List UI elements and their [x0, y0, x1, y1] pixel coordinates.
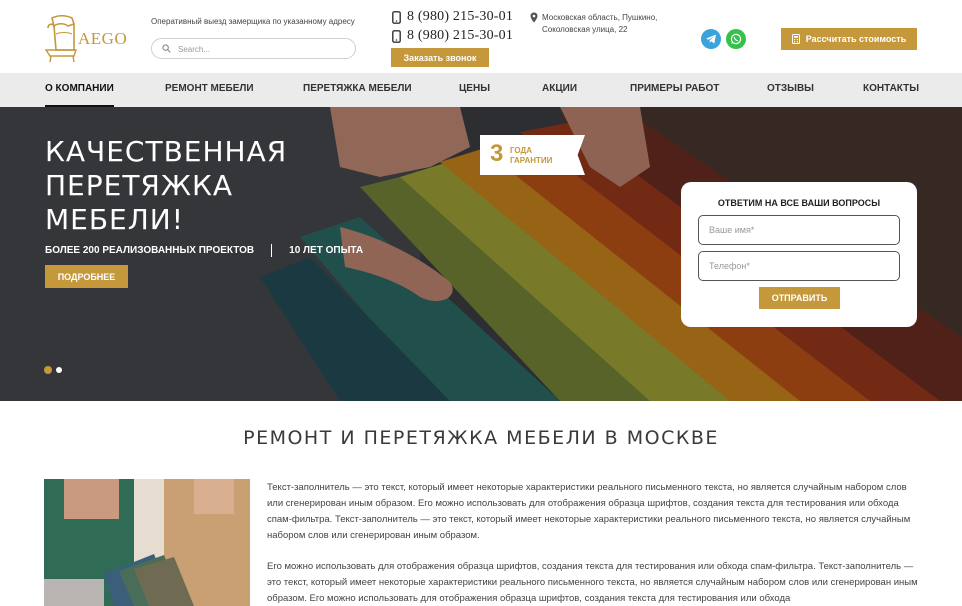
nav-item-furniture-repair[interactable]: Ремонт мебели	[165, 73, 254, 107]
callback-button[interactable]: Заказать звонок	[391, 48, 489, 67]
nav-item-prices[interactable]: Цены	[459, 73, 490, 107]
hero-slider: КАЧЕСТВЕННАЯ ПЕРЕТЯЖКА МЕБЕЛИ! БОЛЕЕ 200…	[0, 107, 962, 401]
telegram-button[interactable]	[701, 29, 721, 49]
phone-row-1[interactable]: 8 (980) 215-30-01	[392, 9, 513, 25]
slider-dot-active[interactable]	[44, 366, 52, 374]
nav-item-reviews[interactable]: Отзывы	[767, 73, 814, 107]
site-header: AEGO Оперативный выезд замерщика по указ…	[0, 0, 962, 73]
location-icon	[530, 12, 538, 23]
hero-stats: БОЛЕЕ 200 РЕАЛИЗОВАННЫХ ПРОЕКТОВ 10 ЛЕТ …	[45, 244, 363, 257]
slider-dot[interactable]	[56, 367, 62, 373]
phone-icon	[392, 10, 401, 24]
main-nav: О компании Ремонт мебели Перетяжка мебел…	[0, 73, 962, 107]
phone-number[interactable]: 8 (980) 215-30-01	[407, 9, 513, 25]
warranty-badge: 3 ГОДА ГАРАНТИИ	[480, 135, 585, 175]
search-input[interactable]	[178, 42, 348, 56]
whatsapp-icon	[730, 33, 742, 45]
section-title: РЕМОНТ И ПЕРЕТЯЖКА МЕБЕЛИ В МОСКВЕ	[243, 427, 719, 449]
stat-projects: БОЛЕЕ 200 РЕАЛИЗОВАННЫХ ПРОЕКТОВ	[45, 245, 255, 256]
stat-divider	[271, 244, 273, 257]
calculate-cost-label: Рассчитать стоимость	[805, 34, 907, 44]
name-field[interactable]	[698, 215, 900, 245]
whatsapp-button[interactable]	[726, 29, 746, 49]
nav-item-reupholstery[interactable]: Перетяжка мебели	[303, 73, 412, 107]
phone-field[interactable]	[698, 251, 900, 281]
search-icon	[162, 44, 171, 53]
address: Московская область, Пушкино, Соколовская…	[542, 13, 658, 34]
submit-button[interactable]: ОТПРАВИТЬ	[759, 287, 840, 309]
warranty-years: 3	[490, 140, 504, 167]
hero-title: КАЧЕСТВЕННАЯ ПЕРЕТЯЖКА МЕБЕЛИ!	[45, 135, 288, 236]
stat-experience: 10 ЛЕТ ОПЫТА	[289, 245, 364, 256]
calculator-icon	[791, 34, 800, 44]
phone-number[interactable]: 8 (980) 215-30-01	[407, 28, 513, 44]
nav-item-portfolio[interactable]: Примеры работ	[630, 73, 719, 107]
logo-text[interactable]: AEGO	[78, 29, 127, 49]
nav-item-promotions[interactable]: Акции	[542, 73, 577, 107]
content-paragraph: Текст-заполнитель — это текст, который и…	[267, 482, 911, 541]
tagline: Оперативный выезд замерщика по указанном…	[151, 17, 355, 26]
warranty-text: ГОДА ГАРАНТИИ	[510, 146, 553, 165]
content-paragraph: Его можно использовать для отображения о…	[267, 561, 918, 604]
more-button[interactable]: ПОДРОБНЕЕ	[45, 265, 128, 288]
telegram-icon	[706, 34, 716, 44]
nav-item-contacts[interactable]: Контакты	[863, 73, 919, 107]
calculate-cost-button[interactable]: Рассчитать стоимость	[781, 28, 917, 50]
form-title: ОТВЕТИМ НА ВСЕ ВАШИ ВОПРОСЫ	[717, 198, 881, 208]
nav-item-about[interactable]: О компании	[45, 73, 114, 107]
phone-icon	[392, 29, 401, 43]
craftsmen-photo	[44, 479, 250, 606]
question-form: ОТВЕТИМ НА ВСЕ ВАШИ ВОПРОСЫ ОТПРАВИТЬ	[681, 182, 917, 327]
search-box[interactable]	[151, 38, 356, 59]
slider-dots	[44, 366, 66, 374]
phone-row-2[interactable]: 8 (980) 215-30-01	[392, 28, 513, 44]
